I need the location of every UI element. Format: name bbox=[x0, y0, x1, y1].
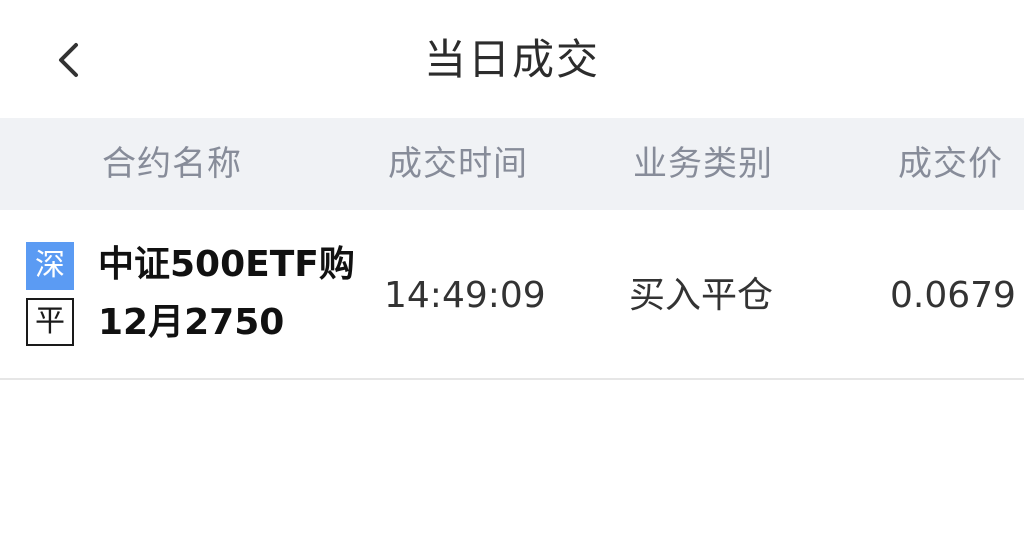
contract-name-container: 中证500ETF购 bbox=[98, 240, 356, 290]
table-header: 合约名称 成交时间 业务类别 成交价 bbox=[0, 118, 1024, 210]
table-row[interactable]: 深 平 中证500ETF购 12月2750 14:49:09 买入平仓 0.06… bbox=[0, 210, 1024, 380]
action-tag: 平 bbox=[26, 298, 74, 346]
business-type-cell: 买入平仓 bbox=[629, 275, 774, 316]
exchange-tag: 深 bbox=[26, 242, 74, 290]
trade-screen: 当日成交 合约名称 成交时间 业务类别 成交价 深 平 中证500ETF购 12… bbox=[0, 0, 1024, 542]
column-header-trade-price[interactable]: 成交价 bbox=[898, 118, 1003, 210]
contract-name: 中证500ETF购 bbox=[98, 244, 355, 285]
column-header-trade-time[interactable]: 成交时间 bbox=[388, 118, 528, 210]
contract-month-strike: 12月2750 bbox=[98, 302, 285, 343]
column-header-contract-name[interactable]: 合约名称 bbox=[102, 118, 242, 210]
page-title: 当日成交 bbox=[423, 35, 600, 84]
trade-time-cell: 14:49:09 bbox=[384, 275, 546, 316]
nav-bar: 当日成交 bbox=[0, 0, 1024, 118]
column-header-business-type[interactable]: 业务类别 bbox=[633, 118, 773, 210]
trade-price-cell: 0.0679 bbox=[890, 275, 1016, 316]
